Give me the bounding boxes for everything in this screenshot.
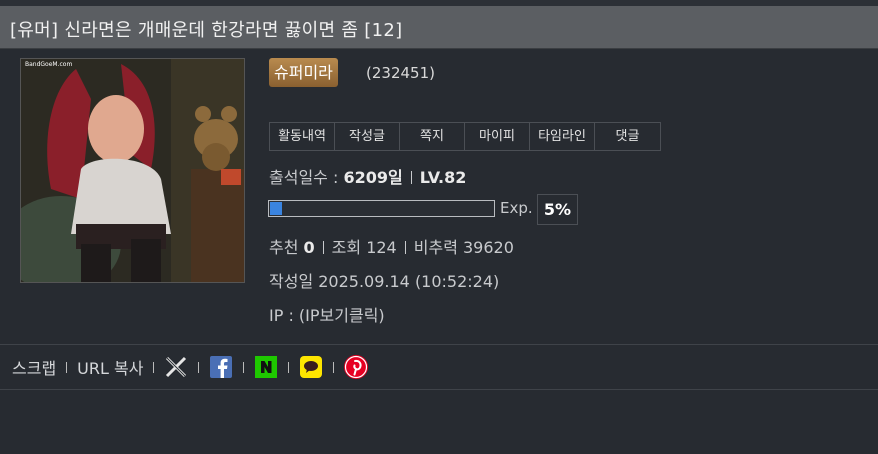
- exp-label: Exp.: [500, 199, 533, 217]
- stats-row: 추천 0 조회 124 비추력 39620: [269, 234, 514, 258]
- share-bar: 스크랩 URL 복사: [12, 352, 369, 382]
- facebook-icon[interactable]: [209, 355, 233, 379]
- written-date: 작성일 2025.09.14 (10:52:24): [269, 272, 500, 291]
- exp-progress-fill: [270, 202, 282, 215]
- kakaotalk-icon[interactable]: [299, 355, 323, 379]
- divider-bottom: [0, 389, 878, 390]
- level-value: LV.82: [419, 168, 467, 187]
- separator: [288, 361, 290, 373]
- author-user-id: (232451): [366, 64, 435, 82]
- attendance-label: 출석일수 :: [269, 168, 344, 187]
- avatar-watermark: BandGoeM.com: [25, 61, 73, 68]
- menu-comments[interactable]: 댓글: [595, 123, 660, 150]
- recommend-label: 추천: [269, 238, 304, 257]
- menu-timeline[interactable]: 타임라인: [530, 123, 595, 150]
- exp-progress-bar: [268, 200, 495, 217]
- menu-mypi[interactable]: 마이피: [465, 123, 530, 150]
- separator: [66, 361, 68, 373]
- author-avatar[interactable]: BandGoeM.com: [20, 58, 245, 283]
- x-icon[interactable]: [164, 355, 188, 379]
- menu-message[interactable]: 쪽지: [400, 123, 465, 150]
- separator: [153, 361, 155, 373]
- exp-percent: 5%: [537, 194, 578, 225]
- attendance-value: 6209일: [343, 168, 403, 187]
- menu-activity[interactable]: 활동내역: [270, 123, 335, 150]
- naver-icon[interactable]: [254, 355, 278, 379]
- pinterest-icon[interactable]: [344, 355, 369, 379]
- ratio-count: 비추력 39620: [413, 238, 514, 257]
- ip-link[interactable]: IP : (IP보기클릭): [269, 302, 385, 326]
- views-count: 조회 124: [331, 238, 397, 257]
- menu-posts[interactable]: 작성글: [335, 123, 400, 150]
- recommend-value: 0: [303, 238, 315, 257]
- avatar-image: [21, 59, 244, 282]
- attendance-row: 출석일수 : 6209일 LV.82: [269, 164, 466, 188]
- post-title-bar: [유머] 신라면은 개매운데 한강라면 끓이면 좀 [12]: [0, 6, 878, 49]
- author-menu: 활동내역 작성글 쪽지 마이피 타임라인 댓글: [269, 122, 661, 151]
- separator: [198, 361, 200, 373]
- copy-url-link[interactable]: URL 복사: [77, 355, 143, 379]
- divider-top: [0, 344, 878, 345]
- separator: [243, 361, 245, 373]
- post-title: [유머] 신라면은 개매운데 한강라면 끓이면 좀 [12]: [10, 20, 403, 41]
- scrap-link[interactable]: 스크랩: [12, 355, 56, 379]
- separator: [333, 361, 335, 373]
- author-nickname[interactable]: 슈퍼미라: [269, 58, 338, 87]
